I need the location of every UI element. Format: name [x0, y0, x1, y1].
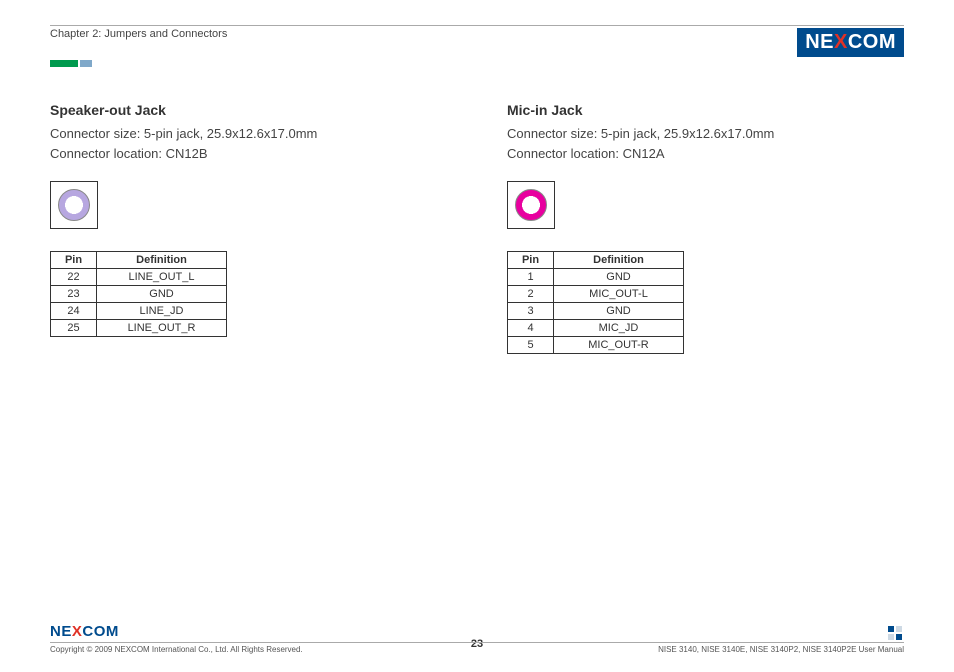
- page-footer: NEXCOM Copyright © 2009 NEXCOM Internati…: [50, 623, 904, 654]
- speaker-out-loc: Connector location: CN12B: [50, 144, 447, 164]
- table-row: 2MIC_OUT-L: [508, 286, 684, 303]
- logo-text-x: X: [834, 31, 848, 53]
- col-def: Definition: [97, 252, 227, 269]
- mic-in-section: Mic-in Jack Connector size: 5-pin jack, …: [507, 102, 904, 354]
- header-accent-bars: [50, 60, 904, 67]
- mic-in-size: Connector size: 5-pin jack, 25.9x12.6x17…: [507, 124, 904, 144]
- col-pin: Pin: [51, 252, 97, 269]
- speaker-out-table: Pin Definition 22LINE_OUT_L 23GND 24LINE…: [50, 251, 227, 337]
- table-row: 1GND: [508, 269, 684, 286]
- mic-in-loc: Connector location: CN12A: [507, 144, 904, 164]
- col-def: Definition: [554, 252, 684, 269]
- speaker-out-size: Connector size: 5-pin jack, 25.9x12.6x17…: [50, 124, 447, 144]
- footer-squares-icon: [888, 626, 904, 640]
- mic-in-title: Mic-in Jack: [507, 102, 904, 118]
- speaker-out-title: Speaker-out Jack: [50, 102, 447, 118]
- speaker-out-section: Speaker-out Jack Connector size: 5-pin j…: [50, 102, 447, 354]
- chapter-title: Chapter 2: Jumpers and Connectors: [50, 28, 227, 40]
- footer-manual: NISE 3140, NISE 3140E, NISE 3140P2, NISE…: [658, 645, 904, 654]
- table-row: 5MIC_OUT-R: [508, 337, 684, 354]
- logo-text-left: NE: [805, 31, 834, 53]
- speaker-out-jack-icon: [50, 181, 98, 229]
- table-row: 22LINE_OUT_L: [51, 269, 227, 286]
- page-header: Chapter 2: Jumpers and Connectors NEXCOM: [50, 25, 904, 57]
- footer-copyright: Copyright © 2009 NEXCOM International Co…: [50, 645, 303, 654]
- col-pin: Pin: [508, 252, 554, 269]
- audio-jack-purple-icon: [58, 189, 90, 221]
- table-row: 3GND: [508, 303, 684, 320]
- mic-in-jack-icon: [507, 181, 555, 229]
- footer-nexcom-logo: NEXCOM: [50, 623, 119, 640]
- content-columns: Speaker-out Jack Connector size: 5-pin j…: [50, 102, 904, 354]
- table-row: 25LINE_OUT_R: [51, 320, 227, 337]
- audio-jack-pink-icon: [515, 189, 547, 221]
- table-row: 23GND: [51, 286, 227, 303]
- mic-in-table: Pin Definition 1GND 2MIC_OUT-L 3GND 4MIC…: [507, 251, 684, 354]
- logo-text-right: COM: [848, 31, 896, 53]
- table-row: 4MIC_JD: [508, 320, 684, 337]
- nexcom-logo: NEXCOM: [797, 28, 904, 57]
- table-row: 24LINE_JD: [51, 303, 227, 320]
